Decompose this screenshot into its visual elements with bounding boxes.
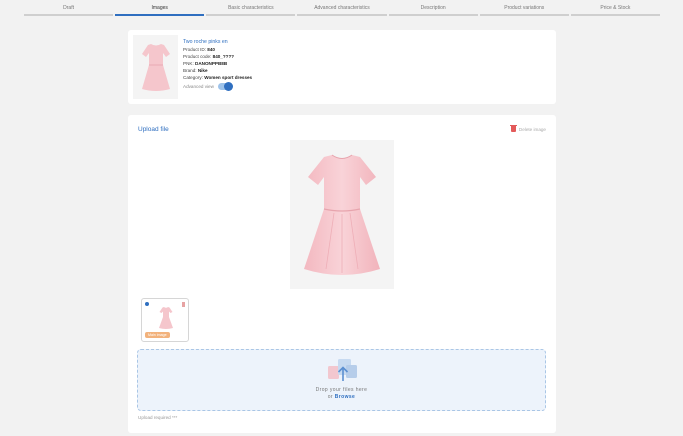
main-image-preview — [290, 140, 394, 289]
upload-files-icon — [328, 359, 357, 381]
step-advanced-characteristics[interactable]: Advanced characteristics — [297, 0, 387, 18]
trash-icon — [509, 124, 517, 132]
step-product-variations[interactable]: Product variations — [479, 0, 569, 18]
step-label: Description — [420, 5, 446, 11]
upload-required-note: Upload required *** — [138, 415, 178, 420]
step-progress-bar — [297, 14, 387, 16]
drop-or: or — [327, 394, 333, 400]
product-category: Women sport dresses — [204, 75, 253, 80]
step-progress-bar — [115, 14, 205, 16]
step-progress-bar — [24, 14, 114, 16]
product-pnk: DANONPPB8B — [195, 61, 228, 66]
step-progress-bar — [206, 14, 296, 16]
drop-instructions: Drop your files here — [315, 387, 368, 393]
browse-link[interactable]: Browse — [335, 394, 355, 400]
image-thumbnail-tile[interactable]: Main image — [141, 298, 189, 342]
delete-image-label: Delete image — [518, 126, 546, 132]
product-category-row: Category: Women sport dresses — [183, 75, 253, 80]
step-label: Images — [151, 5, 168, 11]
dress-image — [304, 154, 380, 275]
step-label: Product variations — [504, 5, 545, 11]
step-basic-characteristics[interactable]: Basic characteristics — [206, 0, 296, 18]
product-code-row: Product code: 840_???? — [183, 54, 235, 59]
product-code: 840_???? — [212, 54, 235, 59]
product-name[interactable]: Two roche pinks en — [183, 39, 252, 46]
dropzone-text: Drop your files here or Browse — [138, 387, 545, 401]
trash-icon[interactable] — [181, 302, 185, 307]
dress-icon — [141, 44, 170, 91]
product-pnk-row: PNK: DANONPPB8B — [183, 61, 228, 66]
product-brand-row: Brand: Nike — [183, 68, 208, 73]
product-id-row: Product ID: 840 — [183, 47, 215, 52]
step-description[interactable]: Description — [388, 0, 478, 18]
step-draft[interactable]: Draft — [24, 0, 114, 18]
step-price-stock[interactable]: Price & Stock — [570, 0, 660, 18]
step-images[interactable]: Images — [115, 0, 205, 18]
step-progress-bar — [388, 14, 478, 16]
dress-icon — [159, 307, 173, 329]
delete-image-button[interactable]: Delete image — [509, 124, 546, 132]
product-id: 840 — [207, 47, 215, 52]
upload-title: Upload file — [138, 126, 169, 133]
wizard-stepper: Draft Images Basic characteristics Advan… — [24, 0, 660, 18]
upload-card: Upload file Delete image Main image Drop… — [128, 115, 556, 433]
step-progress-bar — [570, 14, 660, 16]
advanced-view-toggle[interactable] — [217, 82, 233, 91]
step-label: Advanced characteristics — [314, 5, 370, 11]
product-brand: Nike — [197, 68, 208, 73]
product-thumbnail — [133, 35, 178, 99]
advanced-view-row: Advanced view — [183, 82, 252, 91]
product-summary-card: Two roche pinks en Product ID: 840 Produ… — [128, 30, 556, 104]
step-label: Basic characteristics — [228, 5, 274, 11]
file-dropzone[interactable]: Drop your files here or Browse — [137, 349, 546, 411]
selected-indicator-icon[interactable] — [145, 302, 149, 306]
step-progress-bar — [479, 14, 569, 16]
advanced-view-label: Advanced view — [183, 84, 214, 89]
step-label: Price & Stock — [600, 5, 631, 11]
step-label: Draft — [63, 5, 74, 11]
main-image-badge: Main image — [145, 332, 170, 338]
product-info: Two roche pinks en Product ID: 840 Produ… — [183, 39, 253, 91]
